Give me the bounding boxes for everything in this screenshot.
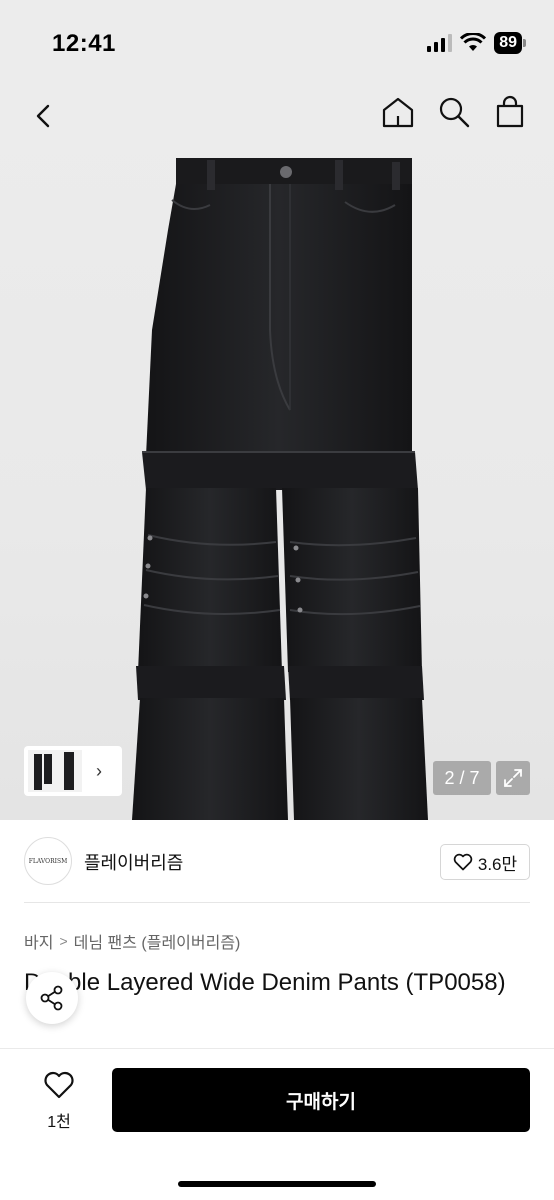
- expand-icon: [504, 769, 522, 787]
- wifi-icon: [460, 33, 487, 51]
- product-title: Double Layered Wide Denim Pants (TP0058): [24, 969, 506, 996]
- heart-outline-icon: [44, 1071, 74, 1099]
- expand-button[interactable]: [496, 761, 530, 795]
- bottom-action-bar: 1천 구매하기: [0, 1048, 554, 1200]
- breadcrumb-item-category[interactable]: 바지: [24, 929, 53, 953]
- heart-icon: [453, 853, 473, 871]
- share-button[interactable]: [26, 972, 78, 1024]
- signal-icon: [427, 34, 453, 52]
- seller-logo[interactable]: FLAVORISM: [24, 837, 72, 885]
- breadcrumb-separator: >: [59, 933, 68, 949]
- buy-button[interactable]: 구매하기: [112, 1068, 530, 1132]
- wishlist-count: 1천: [47, 1114, 71, 1131]
- back-icon[interactable]: [26, 98, 62, 134]
- thumbnail-image[interactable]: [28, 750, 82, 792]
- wishlist-button[interactable]: 1천: [30, 1071, 88, 1132]
- thumbnail-strip[interactable]: ›: [24, 746, 122, 796]
- search-icon[interactable]: [436, 94, 472, 130]
- battery-level: 89: [494, 32, 522, 54]
- seller-like-count: 3.6만: [477, 854, 518, 874]
- battery-icon: 89: [494, 32, 526, 54]
- seller-like-button[interactable]: 3.6만: [440, 844, 530, 880]
- status-icons: 89: [427, 32, 526, 54]
- top-nav-actions: [380, 94, 528, 130]
- home-icon[interactable]: [380, 94, 416, 130]
- cart-icon[interactable]: [492, 94, 528, 130]
- seller-row[interactable]: FLAVORISM 플레이버리즘 3.6만: [0, 820, 554, 902]
- share-icon: [40, 985, 63, 1011]
- seller-name[interactable]: 플레이버리즘: [84, 849, 183, 875]
- product-image: [132, 158, 428, 820]
- product-image-gallery[interactable]: › 2 / 7: [0, 80, 554, 820]
- image-counter: 2 / 7: [433, 761, 491, 795]
- home-indicator: [178, 1181, 376, 1187]
- status-time: 12:41: [52, 30, 116, 57]
- breadcrumb: 바지 > 데님 팬츠 (플레이버리즘): [24, 929, 240, 953]
- breadcrumb-item-subcategory[interactable]: 데님 팬츠 (플레이버리즘): [74, 929, 241, 953]
- chevron-right-icon[interactable]: ›: [96, 761, 102, 782]
- status-bar: 12:41 89: [0, 0, 554, 80]
- divider: [24, 902, 530, 903]
